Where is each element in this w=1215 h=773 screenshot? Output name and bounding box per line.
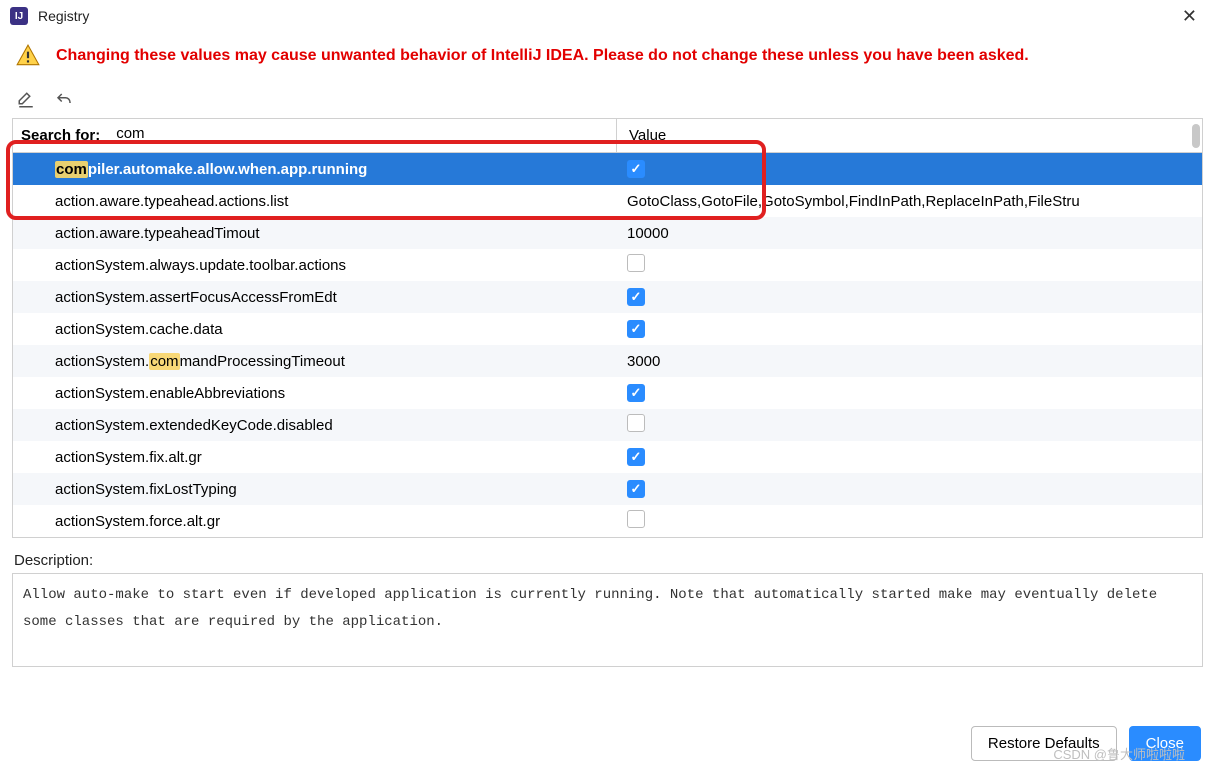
close-button[interactable]: Close bbox=[1129, 726, 1201, 761]
table-row[interactable]: actionSystem.extendedKeyCode.disabled bbox=[13, 409, 1202, 441]
titlebar: IJ Registry ✕ bbox=[0, 0, 1215, 32]
description-box: Allow auto-make to start even if develop… bbox=[12, 573, 1203, 667]
value-header: Value bbox=[617, 119, 1202, 153]
registry-value[interactable] bbox=[617, 510, 1202, 532]
registry-key: actionSystem.cache.data bbox=[13, 321, 617, 338]
table-header: Search for: com Value bbox=[13, 119, 1202, 153]
window-title: Registry bbox=[38, 8, 89, 24]
table-row[interactable]: action.aware.typeaheadTimout10000 bbox=[13, 217, 1202, 249]
toolbar bbox=[0, 88, 1215, 118]
table-row[interactable]: actionSystem.fixLostTyping bbox=[13, 473, 1202, 505]
checkbox[interactable] bbox=[627, 510, 645, 528]
checkbox[interactable] bbox=[627, 384, 645, 402]
registry-value[interactable] bbox=[617, 160, 1202, 178]
registry-key: actionSystem.always.update.toolbar.actio… bbox=[13, 257, 617, 274]
registry-key: action.aware.typeaheadTimout bbox=[13, 225, 617, 242]
registry-value[interactable] bbox=[617, 480, 1202, 498]
registry-value[interactable] bbox=[617, 384, 1202, 402]
registry-value[interactable]: GotoClass,GotoFile,GotoSymbol,FindInPath… bbox=[617, 193, 1202, 210]
table-row[interactable]: actionSystem.assertFocusAccessFromEdt bbox=[13, 281, 1202, 313]
search-input[interactable]: com bbox=[110, 123, 160, 149]
search-header: Search for: com bbox=[13, 119, 617, 153]
warning-bar: Changing these values may cause unwanted… bbox=[0, 32, 1215, 88]
registry-key: compiler.automake.allow.when.app.running bbox=[13, 161, 617, 178]
checkbox[interactable] bbox=[627, 414, 645, 432]
table-row[interactable]: action.aware.typeahead.actions.listGotoC… bbox=[13, 185, 1202, 217]
table-row[interactable]: actionSystem.fix.alt.gr bbox=[13, 441, 1202, 473]
close-icon[interactable]: ✕ bbox=[1174, 6, 1205, 27]
registry-value[interactable] bbox=[617, 414, 1202, 436]
registry-key: actionSystem.fix.alt.gr bbox=[13, 449, 617, 466]
undo-icon[interactable] bbox=[54, 90, 74, 110]
table-row[interactable]: actionSystem.force.alt.gr bbox=[13, 505, 1202, 537]
registry-value[interactable] bbox=[617, 288, 1202, 306]
table-row[interactable]: actionSystem.commandProcessingTimeout300… bbox=[13, 345, 1202, 377]
registry-key: actionSystem.force.alt.gr bbox=[13, 513, 617, 530]
registry-key: actionSystem.assertFocusAccessFromEdt bbox=[13, 289, 617, 306]
registry-key: actionSystem.commandProcessingTimeout bbox=[13, 353, 617, 370]
registry-value[interactable] bbox=[617, 254, 1202, 276]
warning-icon bbox=[14, 42, 42, 70]
registry-value[interactable] bbox=[617, 320, 1202, 338]
table-row[interactable]: actionSystem.always.update.toolbar.actio… bbox=[13, 249, 1202, 281]
registry-key: actionSystem.enableAbbreviations bbox=[13, 385, 617, 402]
checkbox[interactable] bbox=[627, 320, 645, 338]
table-row[interactable]: actionSystem.enableAbbreviations bbox=[13, 377, 1202, 409]
registry-key: action.aware.typeahead.actions.list bbox=[13, 193, 617, 210]
description-label: Description: bbox=[14, 552, 1201, 569]
table-row[interactable]: compiler.automake.allow.when.app.running bbox=[13, 153, 1202, 185]
registry-key: actionSystem.extendedKeyCode.disabled bbox=[13, 417, 617, 434]
app-icon: IJ bbox=[10, 7, 28, 25]
search-label: Search for: bbox=[21, 127, 110, 144]
registry-value[interactable] bbox=[617, 448, 1202, 466]
checkbox[interactable] bbox=[627, 480, 645, 498]
registry-key: actionSystem.fixLostTyping bbox=[13, 481, 617, 498]
checkbox[interactable] bbox=[627, 160, 645, 178]
checkbox[interactable] bbox=[627, 254, 645, 272]
restore-defaults-button[interactable]: Restore Defaults bbox=[971, 726, 1117, 761]
table-body[interactable]: compiler.automake.allow.when.app.running… bbox=[13, 153, 1202, 538]
checkbox[interactable] bbox=[627, 288, 645, 306]
dialog-footer: Restore Defaults Close bbox=[971, 726, 1201, 761]
table-row[interactable]: actionSystem.cache.data bbox=[13, 313, 1202, 345]
warning-text: Changing these values may cause unwanted… bbox=[56, 47, 1029, 65]
registry-value[interactable]: 3000 bbox=[617, 353, 1202, 370]
registry-table: Search for: com Value compiler.automake.… bbox=[12, 118, 1203, 538]
checkbox[interactable] bbox=[627, 448, 645, 466]
registry-value[interactable]: 10000 bbox=[617, 225, 1202, 242]
edit-icon[interactable] bbox=[16, 90, 36, 110]
